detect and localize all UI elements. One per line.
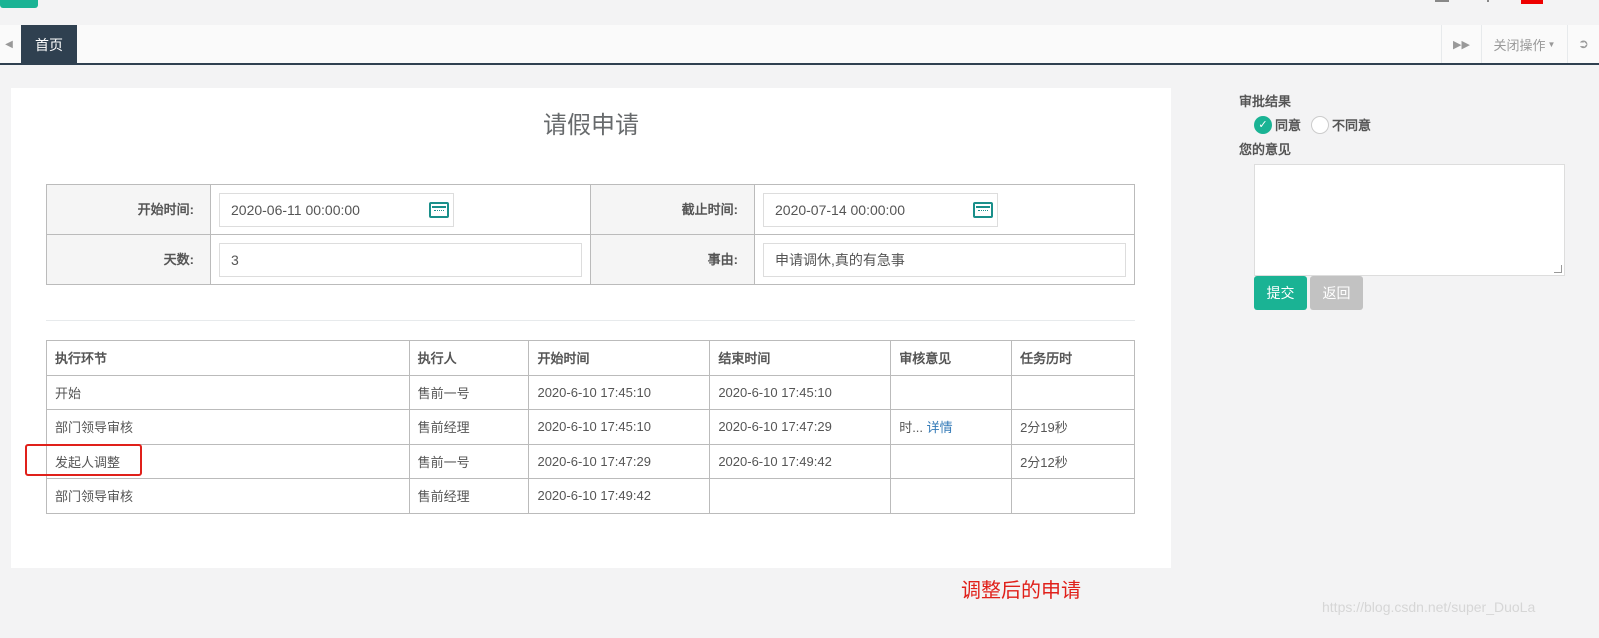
disagree-label: 不同意 [1332,118,1372,133]
table-cell [890,443,1013,479]
end-time-label: 截止时间: [590,184,755,235]
calendar-icon[interactable] [429,201,449,218]
column-header: 执行人 [408,340,530,376]
table-cell: 部门领导审核 [46,409,410,445]
radio-empty-icon [1311,115,1329,134]
leave-form-table: 开始时间: 2020-06-11 00:00:00 截止时间: 2020-07-… [46,184,1135,285]
table-cell: 2020-6-10 17:45:10 [528,374,711,410]
table-cell: 2020-6-10 17:45:10 [528,409,711,445]
settings-icon[interactable] [1481,0,1489,2]
days-input[interactable]: 3 [219,242,582,277]
table-cell: 2020-6-10 17:49:42 [709,443,892,479]
end-time-input[interactable]: 2020-07-14 00:00:00 [763,192,998,227]
watermark: https://blog.csdn.net/super_DuoLa [1322,599,1536,615]
table-cell [890,374,1013,410]
caret-down-icon: ▼ [1547,39,1556,49]
table-cell: 2分12秒 [1011,443,1135,479]
leave-request-card: 请假申请 开始时间: 2020-06-11 00:00:00 截止时间: 202… [11,88,1171,568]
notification-badge[interactable] [1521,0,1543,4]
table-cell [709,478,892,514]
page-title: 请假申请 [543,112,639,139]
table-cell: 售前经理 [408,478,530,514]
table-cell: 2分19秒 [1011,409,1135,445]
opinion-textarea[interactable] [1254,164,1565,276]
table-cell: 开始 [46,374,410,410]
calendar-icon[interactable] [973,201,993,218]
column-header: 执行环节 [46,340,410,376]
agree-label: 同意 [1275,118,1302,133]
radio-disagree[interactable]: 不同意 [1311,115,1371,134]
tab-scroll-left-button[interactable]: ◀ [0,25,18,63]
table-cell: 2020-6-10 17:49:42 [528,478,711,514]
table-cell: 部门领导审核 [46,478,410,514]
tab-scroll-right-button[interactable]: ▶▶ [1441,25,1481,63]
start-time-value: 2020-06-11 00:00:00 [231,201,360,218]
table-header-row: 执行环节 执行人 开始时间 结束时间 审核意见 任务历时 [46,340,1135,376]
opinion-label: 您的意见 [1239,142,1292,157]
backward-icon: ◀ [5,38,13,50]
divider [46,320,1135,321]
tab-home[interactable]: 首页 [21,25,77,65]
table-row: 部门领导审核 售前经理 2020-6-10 17:45:10 2020-6-10… [46,409,1135,445]
table-row: 部门领导审核 售前经理 2020-6-10 17:49:42 [46,478,1135,514]
table-cell: 2020-6-10 17:47:29 [709,409,892,445]
minimize-icon[interactable] [1435,0,1449,2]
table-row: 发起人调整 售前一号 2020-6-10 17:47:29 2020-6-10 … [46,443,1135,479]
table-cell: 售前经理 [408,409,530,445]
detail-link[interactable]: 详情 [927,420,953,435]
highlight-box [25,444,142,476]
close-operations-dropdown[interactable]: 关闭操作 ▼ [1481,25,1567,63]
table-cell: 售前一号 [408,374,530,410]
table-cell [1011,478,1135,514]
table-cell: 时... 详情 [890,409,1013,445]
reason-label: 事由: [590,234,755,285]
close-operations-label: 关闭操作 [1493,37,1546,53]
table-cell: 售前一号 [408,443,530,479]
column-header: 审核意见 [890,340,1013,376]
table-cell [1011,374,1135,410]
approval-result-label: 审批结果 [1239,94,1292,109]
opinion-snippet: 时... [899,420,924,436]
reason-value: 申请调休,真的有急事 [775,251,905,268]
table-cell: 2020-6-10 17:47:29 [528,443,711,479]
column-header: 任务历时 [1011,340,1135,376]
check-icon: ✓ [1254,115,1272,134]
task-history-table: 执行环节 执行人 开始时间 结束时间 审核意见 任务历时 开始 售前一号 202… [46,340,1135,514]
top-header [0,0,1599,25]
table-cell: 2020-6-10 17:45:10 [709,374,892,410]
tab-bar: ◀ 首页 ▶▶ 关闭操作 ▼ ➲ [0,25,1599,65]
exit-button[interactable]: ➲ [1567,25,1599,63]
table-row: 开始 售前一号 2020-6-10 17:45:10 2020-6-10 17:… [46,374,1135,410]
start-time-input[interactable]: 2020-06-11 00:00:00 [219,192,454,227]
start-time-label: 开始时间: [46,184,211,235]
logo [0,0,38,8]
back-button[interactable]: 返回 [1310,276,1363,310]
annotation-text: 调整后的申请 [961,580,1081,602]
days-label: 天数: [46,234,211,285]
radio-agree[interactable]: ✓ 同意 [1254,115,1301,134]
column-header: 结束时间 [709,340,892,376]
submit-button[interactable]: 提交 [1254,276,1307,310]
sign-out-icon: ➲ [1578,36,1589,51]
end-time-value: 2020-07-14 00:00:00 [775,201,905,218]
column-header: 开始时间 [528,340,711,376]
forward-icon: ▶▶ [1453,38,1470,51]
reason-input[interactable]: 申请调休,真的有急事 [763,242,1126,277]
days-value: 3 [231,251,239,268]
table-cell [890,478,1013,514]
